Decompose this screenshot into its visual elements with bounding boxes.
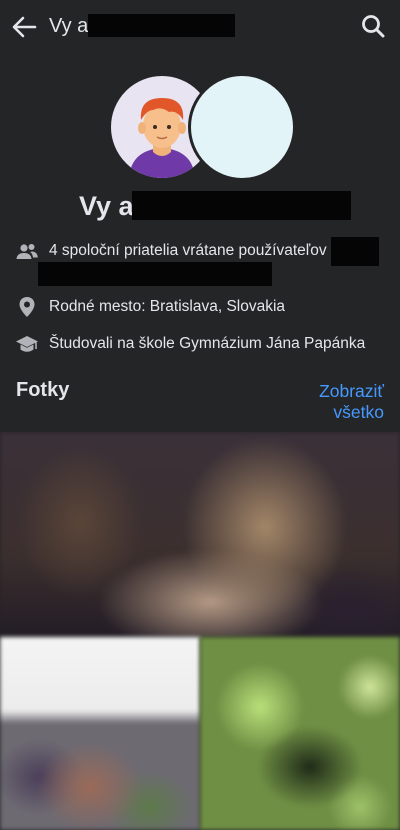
photos-section-title: Fotky: [16, 379, 70, 401]
redacted-name: [88, 14, 235, 37]
photo-thumbnail[interactable]: [0, 637, 200, 830]
location-pin-icon: [19, 297, 35, 317]
back-arrow-icon[interactable]: [10, 13, 38, 41]
hometown-text: Rodné mesto: Bratislava, Slovakia: [49, 298, 286, 315]
friends-icon: [16, 244, 38, 259]
top-bar: Vy a: [0, 0, 400, 52]
hometown-row: Rodné mesto: Bratislava, Slovakia: [0, 293, 400, 321]
see-all-line-1: Zobraziť: [319, 381, 384, 401]
friend-avatar[interactable]: [188, 73, 296, 181]
photos-grid: [0, 432, 400, 830]
education-text: Študovali na škole Gymnázium Jána Papánk…: [49, 335, 366, 352]
redacted-friend-2: [38, 262, 272, 286]
redacted-friend-1: [331, 237, 379, 266]
search-icon[interactable]: [360, 13, 386, 39]
education-row: Študovali na škole Gymnázium Jána Papánk…: [0, 330, 400, 358]
redacted-friend-name: [132, 191, 351, 220]
graduation-cap-icon: [16, 336, 38, 352]
photo-thumbnail[interactable]: [200, 637, 400, 830]
mutual-friends-text: 4 spoloční priatelia vrátane používateľo…: [49, 242, 327, 259]
see-all-line-2: všetko: [333, 402, 384, 422]
see-all-photos-link[interactable]: Zobraziť všetko: [264, 381, 384, 423]
mutual-friends-row[interactable]: 4 spoloční priatelia vrátane používateľo…: [0, 236, 400, 286]
page-title: Vy a: [49, 15, 89, 37]
profile-names-title: Vy a: [79, 191, 134, 221]
photo-thumbnail[interactable]: [0, 432, 400, 637]
